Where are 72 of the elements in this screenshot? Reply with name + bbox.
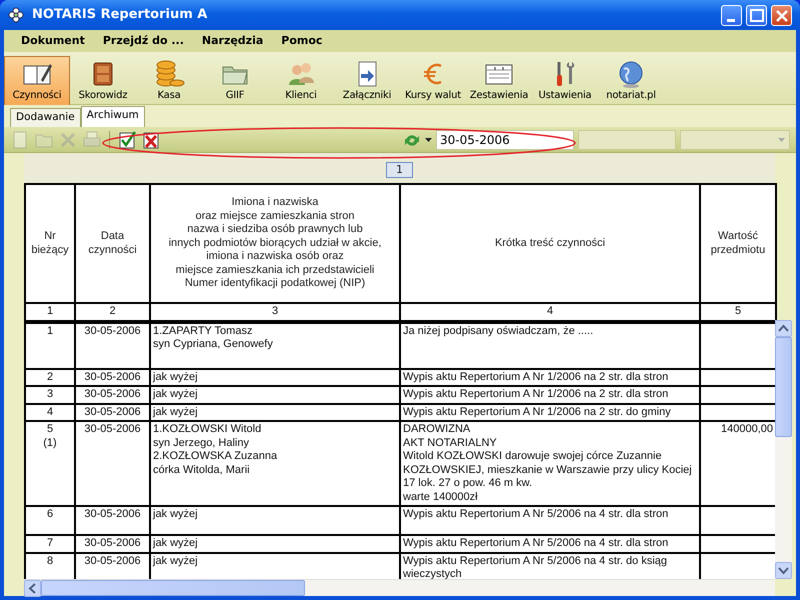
column-header: Wartość przedmiotu [700, 184, 776, 303]
minimize-button[interactable] [721, 4, 742, 26]
page-tab[interactable]: 1 [386, 162, 413, 178]
column-number: 1 [25, 303, 75, 320]
date-cell: 30-05-2006 [75, 368, 150, 386]
date-field[interactable]: 30-05-2006 [436, 130, 574, 150]
column-header: Data czynności [75, 184, 150, 303]
scrollbar-thumb[interactable] [775, 337, 792, 437]
date-cell: 30-05-2006 [75, 322, 150, 368]
content-cell: Wypis aktu Repertorium A Nr 5/2006 na 4 str. dla stron [400, 535, 700, 552]
date-cell: 30-05-2006 [75, 386, 150, 404]
menu-item[interactable]: Przejdź do ... [94, 32, 193, 50]
date-cell: 30-05-2006 [75, 535, 150, 552]
toolbar-button[interactable]: Ustawienia [532, 56, 598, 106]
row-number: 2 [25, 368, 75, 386]
content-cell: Ja niżej podpisany oświadczam, że ..... [400, 322, 700, 368]
parties-cell: jak wyżej [150, 386, 400, 404]
row-number: 3 [25, 386, 75, 404]
toolbar-icon-button[interactable] [141, 130, 161, 150]
content-cell: Wypis aktu Repertorium A Nr 1/2006 na 2 str. dla stron [400, 368, 700, 386]
close-button[interactable] [771, 4, 792, 26]
menu-item[interactable]: Pomoc [272, 32, 332, 50]
column-number: 5 [700, 303, 776, 320]
scroll-down-button[interactable] [775, 562, 792, 579]
column-header: Krótka treść czynności [400, 184, 700, 303]
maximize-icon [750, 8, 764, 22]
column-number: 3 [150, 303, 400, 320]
column-header: Imiona i nazwiska oraz miejsce zamieszkania stron nazwa i siedziba osób prawnych lub innych podmiotów biorących udział w akcie, imiona i nazwiska osób oraz miejsce zamieszkania ich przedstawicieli Numer identyfikacji podatkowej (NIP) [150, 184, 400, 303]
parties-cell: 1.KOZŁOWSKI Witold syn Jerzego, Haliny 2.KOZŁOWSKA Zuzanna córka Witolda, Marii [150, 421, 400, 506]
parties-cell: jak wyżej [150, 535, 400, 552]
column-number: 4 [400, 303, 700, 320]
parties-cell: jak wyżej [150, 404, 400, 421]
close-icon [776, 9, 788, 22]
toolbar-button[interactable]: notariat.pl [598, 56, 664, 106]
toolbar-icon-button[interactable] [117, 130, 137, 150]
parties-cell: jak wyżej [150, 368, 400, 386]
date-cell: 30-05-2006 [75, 506, 150, 535]
caret-icon [778, 136, 785, 142]
row-number: 1 [25, 322, 75, 368]
scroll-up-button[interactable] [775, 320, 792, 337]
toolbar-button[interactable]: Kursy walut [400, 56, 466, 106]
date-cell: 30-05-2006 [75, 404, 150, 421]
content-cell: Wypis aktu Repertorium A Nr 1/2006 na 2 str. do gminy [400, 404, 700, 421]
date-cell: 30-05-2006 [75, 421, 150, 506]
parties-cell: 1.ZAPARTY Tomasz syn Cypriana, Genowefy [150, 322, 400, 368]
content-cell: Wypis aktu Repertorium A Nr 1/2006 na 2 str. dla stron [400, 386, 700, 404]
column-number: 2 [75, 303, 150, 320]
window-title: NOTARIS Repertorium A [32, 6, 208, 24]
scroll-left-button[interactable] [24, 580, 41, 597]
row-number: 6 [25, 506, 75, 535]
toolbar-button[interactable]: Czynności [4, 56, 70, 106]
input-field[interactable] [578, 130, 676, 150]
row-number: 4 [25, 404, 75, 421]
menu-item[interactable]: Narzędzia [192, 32, 272, 50]
tab[interactable]: Archiwum [80, 106, 145, 127]
menu-item[interactable]: Dokument [12, 32, 94, 50]
tab[interactable]: Dodawanie [10, 108, 81, 127]
content-cell: Wypis aktu Repertorium A Nr 5/2006 na 4 str. dla stron [400, 506, 700, 535]
row-number: 7 [25, 535, 75, 552]
vertical-scrollbar[interactable] [775, 320, 792, 579]
dropdown-field[interactable] [680, 130, 790, 150]
horizontal-scrollbar[interactable] [24, 579, 775, 596]
caret-icon [425, 136, 432, 142]
row-number: 5 (1) [25, 421, 75, 506]
toolbar-button[interactable]: Klienci [268, 56, 334, 106]
column-header: Nr bieżący [25, 184, 75, 303]
scrollbar-thumb[interactable] [41, 580, 305, 596]
content-cell: DAROWIZNA AKT NOTARIALNY Witold KOZŁOWSKI darowuje swojej córce Zuzannie KOZŁOWSKIEJ, mieszkanie w Warszawie przy ulicy Kociej 17 lok. 27 o pow. 46 m kw. warte 140000zł [400, 421, 700, 506]
flower-icon [8, 6, 24, 23]
maximize-button[interactable] [746, 4, 767, 26]
parties-cell: jak wyżej [150, 506, 400, 535]
minimize-icon [727, 18, 735, 22]
